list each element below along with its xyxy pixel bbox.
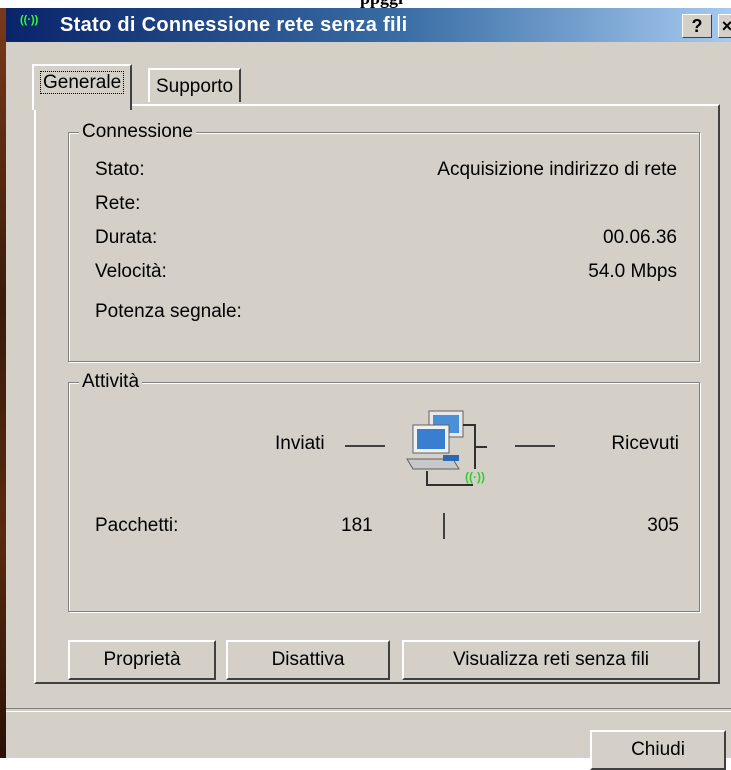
dialog-window: ((·)) Stato di Connessione rete senza fi… [6,8,731,770]
network-computers-icon: ((·)) [406,410,487,486]
received-connector-line [515,445,555,447]
tab-generale[interactable]: Generale [32,64,133,110]
tab-panel-generale: Connessione Stato: Acquisizione indirizz… [34,104,720,684]
window-title: Stato di Connessione rete senza fili [60,14,408,36]
speed-label: Velocità: [95,261,167,282]
top-strip: ppggi [0,0,731,8]
tab-label: Generale [40,71,125,94]
cropped-heading-text: ppggi [360,0,403,8]
status-value: Acquisizione indirizzo di rete [437,159,677,180]
duration-value: 00.06.36 [603,227,677,248]
connection-legend: Connessione [79,121,196,143]
wireless-icon: ((·)) [20,14,39,26]
packets-divider [443,513,445,539]
footer-separator [6,708,731,712]
signal-strength-label: Potenza segnale: [95,301,242,322]
disable-button[interactable]: Disattiva [226,640,390,680]
svg-text:((·)): ((·)) [465,470,485,484]
speed-value: 54.0 Mbps [588,261,677,282]
network-label: Rete: [95,193,141,214]
packets-received-value: 305 [647,515,679,536]
tab-supporto[interactable]: Supporto [148,68,242,102]
close-window-button[interactable]: × [718,14,731,38]
activity-legend: Attività [79,371,143,393]
tab-label: Supporto [156,76,234,97]
received-label: Ricevuti [611,433,679,454]
packets-sent-value: 181 [341,515,373,536]
activity-group: Attività Inviati ((·)) Ricevuti Pacchett… [68,371,700,612]
close-button[interactable]: Chiudi [590,730,726,770]
view-wireless-networks-button[interactable]: Visualizza reti senza fili [402,640,700,680]
sent-label: Inviati [275,433,325,454]
connection-group: Connessione Stato: Acquisizione indirizz… [68,121,700,362]
status-label: Stato: [95,159,145,180]
sent-connector-line [345,445,385,447]
properties-button[interactable]: Proprietà [68,640,216,680]
duration-label: Durata: [95,227,158,248]
packets-label: Pacchetti: [95,515,179,536]
title-bar[interactable]: ((·)) Stato di Connessione rete senza fi… [6,8,731,42]
help-button[interactable]: ? [682,14,712,38]
